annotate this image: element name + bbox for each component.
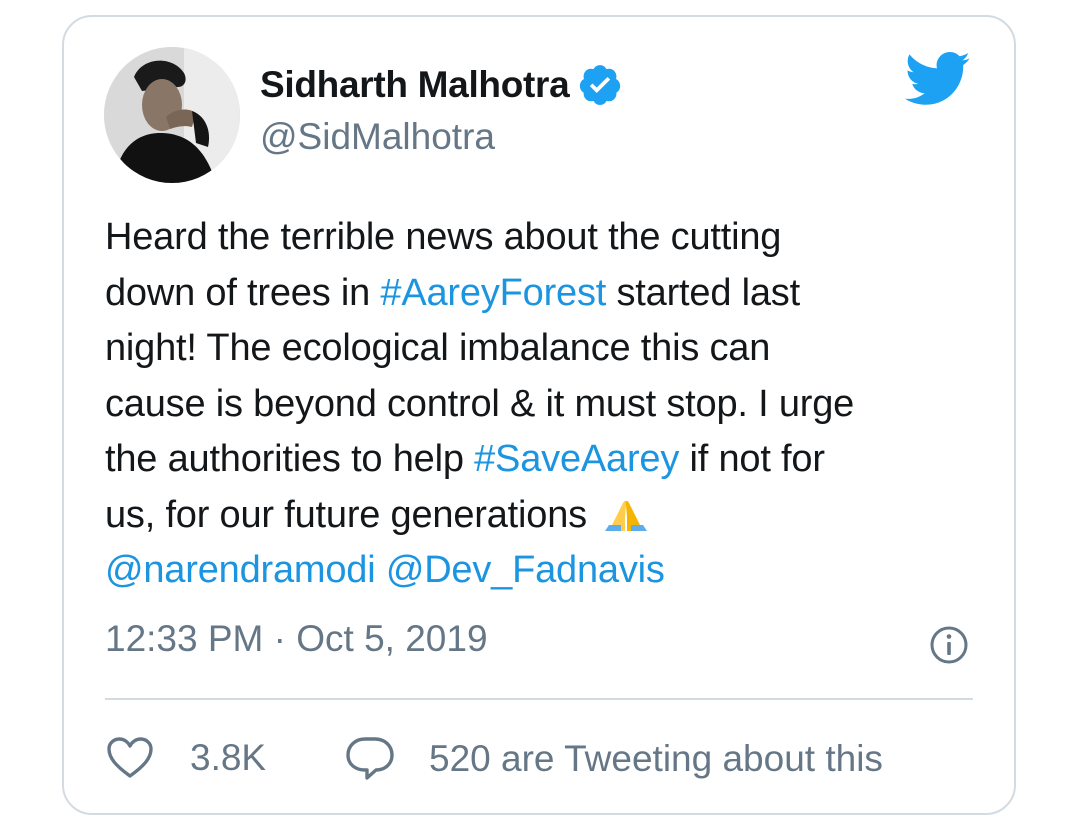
speech-bubble-icon — [345, 736, 395, 782]
tweet-text-segment: the authorities to help — [105, 438, 475, 480]
tweet-text-segment: down of trees in — [105, 271, 381, 314]
info-icon[interactable] — [928, 624, 970, 666]
mention-link[interactable]: @narendramodi — [105, 549, 376, 591]
tweet-timestamp[interactable]: 12:33 PM · Oct 5, 2019 — [105, 618, 488, 660]
tweet-text-segment: started last — [606, 271, 800, 314]
author-row[interactable]: Sidharth Malhotra — [260, 62, 623, 108]
tweet-line: the authorities to help #SaveAarey if no… — [105, 432, 985, 488]
like-count: 3.8K — [190, 737, 267, 778]
tweet-text-segment: if not for — [679, 438, 825, 480]
tweet-line: @narendramodi @Dev_Fadnavis — [105, 543, 985, 599]
divider — [105, 698, 973, 700]
tweet-text-segment: cause is beyond control & it must stop. … — [105, 382, 855, 425]
tweet-line: down of trees in #AareyForest started la… — [105, 266, 985, 322]
author-name[interactable]: Sidharth Malhotra — [260, 64, 570, 106]
tweet-text-segment: Heard the terrible news about the cuttin… — [105, 216, 782, 258]
author-handle[interactable]: @SidMalhotra — [260, 116, 495, 158]
heart-icon — [106, 736, 154, 780]
verified-badge-icon — [577, 62, 623, 108]
tweet-text-segment: us, for our future generations — [105, 493, 598, 536]
twitter-bird-icon[interactable] — [904, 52, 971, 107]
tweet-line: Heard the terrible news about the cuttin… — [105, 210, 985, 266]
hashtag-link[interactable]: #AareyForest — [380, 272, 606, 314]
tweet-text-segment — [375, 549, 385, 591]
mention-link[interactable]: @Dev_Fadnavis — [386, 549, 665, 591]
tweeting-about-label: 520 are Tweeting about this — [429, 738, 883, 779]
tweet-line: night! The ecological imbalance this can — [105, 321, 985, 377]
avatar[interactable] — [104, 47, 240, 183]
tweet-text: Heard the terrible news about the cuttin… — [105, 210, 985, 599]
folded-hands-emoji-icon — [601, 493, 651, 533]
tweet-line: cause is beyond control & it must stop. … — [105, 377, 985, 433]
tweet-line: us, for our future generations — [105, 488, 985, 544]
tweet-text-segment: night! The ecological imbalance this can — [105, 327, 771, 369]
hashtag-link[interactable]: #SaveAarey — [474, 438, 679, 480]
tweeting-about-button[interactable]: 520 are Tweeting about this — [345, 736, 883, 782]
like-button[interactable]: 3.8K — [106, 736, 266, 780]
